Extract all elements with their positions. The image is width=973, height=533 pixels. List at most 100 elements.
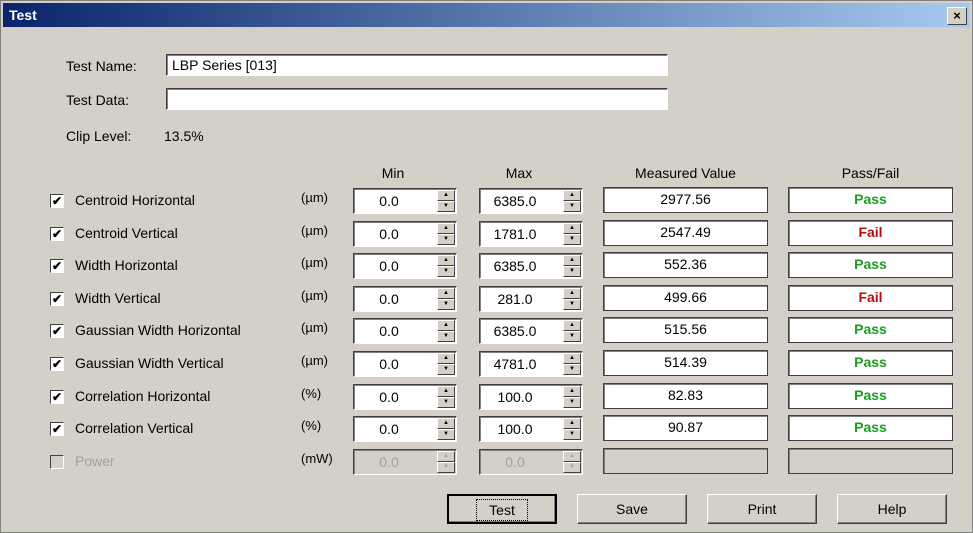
down-arrow-icon[interactable]: ▼ <box>437 233 455 245</box>
spin-arrows[interactable]: ▲ ▼ <box>563 222 581 245</box>
up-arrow-icon[interactable]: ▲ <box>437 450 455 462</box>
gaussian-width-horizontal-min-stepper[interactable]: 0.0 ▲ ▼ <box>353 318 457 345</box>
up-arrow-icon[interactable]: ▲ <box>563 287 581 299</box>
max-value[interactable]: 6385.0 <box>480 323 550 339</box>
width-vertical-max-stepper[interactable]: 281.0 ▲ ▼ <box>479 285 583 312</box>
min-value[interactable]: 0.0 <box>354 258 424 274</box>
width-vertical-min-stepper[interactable]: 0.0 ▲ ▼ <box>353 285 457 312</box>
max-value[interactable]: 6385.0 <box>480 258 550 274</box>
gaussian-width-horizontal-checkbox[interactable]: ✔ <box>50 324 64 339</box>
down-arrow-icon[interactable]: ▼ <box>563 331 581 343</box>
max-value[interactable]: 6385.0 <box>480 193 550 209</box>
up-arrow-icon[interactable]: ▲ <box>437 287 455 299</box>
spin-arrows[interactable]: ▲ ▼ <box>437 190 455 212</box>
down-arrow-icon[interactable]: ▼ <box>437 266 455 278</box>
up-arrow-icon[interactable]: ▲ <box>437 190 455 201</box>
spin-arrows[interactable]: ▲ ▼ <box>437 450 455 473</box>
up-arrow-icon[interactable]: ▲ <box>563 385 581 397</box>
centroid-horizontal-checkbox[interactable]: ✔ <box>50 194 64 208</box>
spin-arrows[interactable]: ▲ ▼ <box>563 320 581 343</box>
gaussian-width-horizontal-max-stepper[interactable]: 6385.0 ▲ ▼ <box>479 318 583 345</box>
up-arrow-icon[interactable]: ▲ <box>437 222 455 234</box>
down-arrow-icon[interactable]: ▼ <box>563 461 581 473</box>
down-arrow-icon[interactable]: ▼ <box>563 233 581 245</box>
min-value[interactable]: 0.0 <box>354 226 424 242</box>
test-data-field[interactable] <box>166 88 668 110</box>
spin-arrows[interactable]: ▲ ▼ <box>437 353 455 375</box>
down-arrow-icon[interactable]: ▼ <box>563 364 581 375</box>
down-arrow-icon[interactable]: ▼ <box>563 201 581 212</box>
spin-arrows[interactable]: ▲ ▼ <box>437 418 455 441</box>
down-arrow-icon[interactable]: ▼ <box>437 298 455 310</box>
down-arrow-icon[interactable]: ▼ <box>437 429 455 441</box>
min-value[interactable]: 0.0 <box>354 389 424 405</box>
max-value[interactable]: 281.0 <box>480 291 550 307</box>
gaussian-width-vertical-checkbox[interactable]: ✔ <box>50 357 64 371</box>
min-value[interactable]: 0.0 <box>354 356 424 372</box>
spin-arrows[interactable]: ▲ ▼ <box>437 287 455 310</box>
down-arrow-icon[interactable]: ▼ <box>437 364 455 375</box>
spin-arrows[interactable]: ▲ ▼ <box>563 255 581 278</box>
up-arrow-icon[interactable]: ▲ <box>563 353 581 364</box>
down-arrow-icon[interactable]: ▼ <box>563 429 581 441</box>
max-value[interactable]: 0.0 <box>480 454 550 470</box>
close-icon[interactable]: × <box>947 7 967 25</box>
down-arrow-icon[interactable]: ▼ <box>437 396 455 408</box>
centroid-vertical-max-stepper[interactable]: 1781.0 ▲ ▼ <box>479 220 583 247</box>
centroid-vertical-checkbox[interactable]: ✔ <box>50 226 64 241</box>
spin-arrows[interactable]: ▲ ▼ <box>437 385 455 408</box>
correlation-vertical-max-stepper[interactable]: 100.0 ▲ ▼ <box>479 416 583 443</box>
up-arrow-icon[interactable]: ▲ <box>437 353 455 364</box>
centroid-horizontal-max-stepper[interactable]: 6385.0 ▲ ▼ <box>479 188 583 214</box>
correlation-vertical-min-stepper[interactable]: 0.0 ▲ ▼ <box>353 416 457 443</box>
width-horizontal-max-stepper[interactable]: 6385.0 ▲ ▼ <box>479 253 583 280</box>
down-arrow-icon[interactable]: ▼ <box>563 266 581 278</box>
spin-arrows[interactable]: ▲ ▼ <box>563 418 581 441</box>
correlation-vertical-checkbox[interactable]: ✔ <box>50 422 64 437</box>
save-button[interactable]: Save <box>577 494 687 524</box>
min-value[interactable]: 0.0 <box>354 421 424 437</box>
up-arrow-icon[interactable]: ▲ <box>563 190 581 201</box>
gaussian-width-vertical-max-stepper[interactable]: 4781.0 ▲ ▼ <box>479 351 583 377</box>
max-value[interactable]: 4781.0 <box>480 356 550 372</box>
up-arrow-icon[interactable]: ▲ <box>563 255 581 267</box>
spin-arrows[interactable]: ▲ ▼ <box>437 255 455 278</box>
spin-arrows[interactable]: ▲ ▼ <box>563 450 581 473</box>
down-arrow-icon[interactable]: ▼ <box>437 201 455 212</box>
down-arrow-icon[interactable]: ▼ <box>563 396 581 408</box>
down-arrow-icon[interactable]: ▼ <box>563 298 581 310</box>
spin-arrows[interactable]: ▲ ▼ <box>563 385 581 408</box>
print-button[interactable]: Print <box>707 494 817 524</box>
max-value[interactable]: 100.0 <box>480 389 550 405</box>
min-value[interactable]: 0.0 <box>354 323 424 339</box>
width-horizontal-checkbox[interactable]: ✔ <box>50 259 64 274</box>
up-arrow-icon[interactable]: ▲ <box>437 418 455 430</box>
up-arrow-icon[interactable]: ▲ <box>563 222 581 234</box>
spin-arrows[interactable]: ▲ ▼ <box>563 190 581 212</box>
min-value[interactable]: 0.0 <box>354 291 424 307</box>
correlation-horizontal-min-stepper[interactable]: 0.0 ▲ ▼ <box>353 383 457 410</box>
centroid-vertical-min-stepper[interactable]: 0.0 ▲ ▼ <box>353 220 457 247</box>
power-max-stepper[interactable]: 0.0 ▲ ▼ <box>479 448 583 475</box>
spin-arrows[interactable]: ▲ ▼ <box>437 320 455 343</box>
up-arrow-icon[interactable]: ▲ <box>437 320 455 332</box>
max-value[interactable]: 1781.0 <box>480 226 550 242</box>
width-vertical-checkbox[interactable]: ✔ <box>50 291 64 306</box>
up-arrow-icon[interactable]: ▲ <box>437 385 455 397</box>
power-min-stepper[interactable]: 0.0 ▲ ▼ <box>353 448 457 475</box>
spin-arrows[interactable]: ▲ ▼ <box>563 287 581 310</box>
help-button[interactable]: Help <box>837 494 947 524</box>
down-arrow-icon[interactable]: ▼ <box>437 331 455 343</box>
min-value[interactable]: 0.0 <box>354 193 424 209</box>
correlation-horizontal-max-stepper[interactable]: 100.0 ▲ ▼ <box>479 383 583 410</box>
gaussian-width-vertical-min-stepper[interactable]: 0.0 ▲ ▼ <box>353 351 457 377</box>
spin-arrows[interactable]: ▲ ▼ <box>563 353 581 375</box>
centroid-horizontal-min-stepper[interactable]: 0.0 ▲ ▼ <box>353 188 457 214</box>
width-horizontal-min-stepper[interactable]: 0.0 ▲ ▼ <box>353 253 457 280</box>
correlation-horizontal-checkbox[interactable]: ✔ <box>50 389 64 404</box>
up-arrow-icon[interactable]: ▲ <box>563 418 581 430</box>
min-value[interactable]: 0.0 <box>354 454 424 470</box>
up-arrow-icon[interactable]: ▲ <box>563 320 581 332</box>
up-arrow-icon[interactable]: ▲ <box>437 255 455 267</box>
test-name-field[interactable]: LBP Series [013] <box>166 54 668 76</box>
